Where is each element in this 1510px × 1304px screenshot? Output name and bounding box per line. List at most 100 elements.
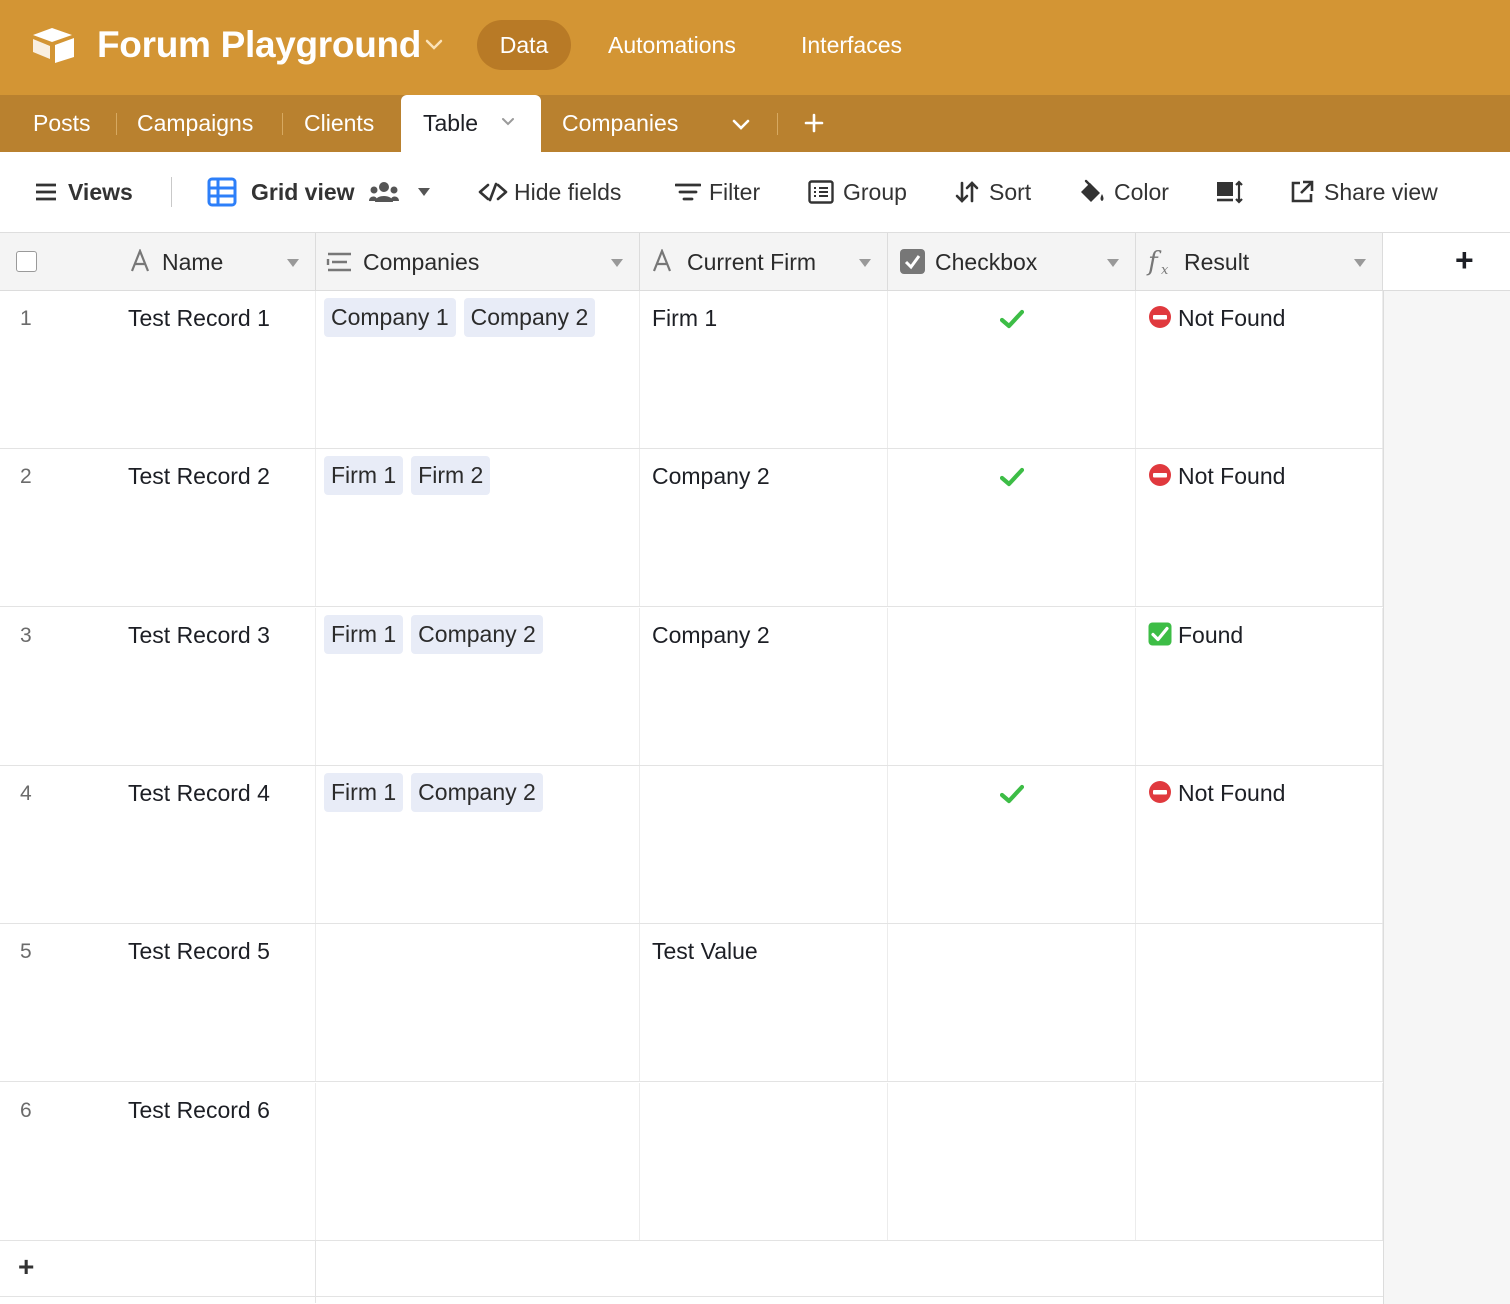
grid-view-switcher[interactable]: Grid view (207, 152, 437, 232)
cell-companies[interactable] (316, 1083, 640, 1240)
column-menu-caret-icon[interactable] (611, 259, 623, 267)
cell-current-firm[interactable] (640, 1083, 888, 1240)
nav-data-tab[interactable]: Data (477, 20, 571, 70)
result-value: Found (1148, 622, 1243, 649)
checkmark-icon[interactable] (1000, 467, 1024, 487)
cell-name[interactable]: 3 Test Record 3 (0, 608, 316, 765)
color-button[interactable]: Color (1078, 152, 1178, 232)
row-height-button[interactable] (1216, 152, 1246, 232)
cell-name[interactable]: 4 Test Record 4 (0, 766, 316, 923)
column-menu-caret-icon[interactable] (859, 259, 871, 267)
all-tables-chevron-icon[interactable] (732, 119, 750, 131)
nav-automations-tab[interactable]: Automations (608, 20, 736, 70)
tab-posts[interactable]: Posts (33, 95, 91, 152)
checkmark-icon[interactable] (1000, 309, 1024, 329)
column-header-companies[interactable]: Companies (316, 233, 640, 290)
checkmark-icon[interactable] (1000, 784, 1024, 804)
cell-companies[interactable]: Company 1 Company 2 (316, 291, 640, 448)
linked-record-chip[interactable]: Firm 1 (324, 773, 404, 812)
column-menu-caret-icon[interactable] (1107, 259, 1119, 267)
cell-name[interactable]: 5 Test Record 5 (0, 924, 316, 1081)
base-logo-icon[interactable] (30, 26, 76, 64)
linked-record-chip[interactable]: Firm 1 (324, 615, 404, 654)
filter-label: Filter (709, 179, 761, 205)
cell-result[interactable] (1136, 924, 1383, 1081)
svg-text:f: f (1146, 247, 1162, 277)
row-number: 3 (20, 624, 32, 647)
cell-current-firm[interactable]: Company 2 (640, 449, 888, 606)
tab-campaigns[interactable]: Campaigns (137, 95, 253, 152)
nav-interfaces-tab[interactable]: Interfaces (801, 20, 902, 70)
column-result-label: Result (1184, 249, 1250, 275)
table-row[interactable]: 3 Test Record 3 Firm 1 Company 2 Company 2 Fo… (0, 608, 1383, 766)
share-view-button[interactable]: Share view (1290, 152, 1450, 232)
eye-slash-icon (478, 182, 508, 202)
cell-companies[interactable]: Firm 1 Firm 2 (316, 449, 640, 606)
cell-checkbox[interactable] (888, 766, 1136, 923)
column-header-current-firm[interactable]: Current Firm (640, 233, 888, 290)
select-all-checkbox[interactable] (16, 251, 37, 272)
cell-checkbox[interactable] (888, 449, 1136, 606)
cell-companies[interactable] (316, 924, 640, 1081)
cell-result[interactable]: Not Found (1136, 291, 1383, 448)
record-name: Test Record 5 (128, 938, 270, 964)
chevron-down-icon[interactable] (424, 38, 444, 52)
group-icon (808, 180, 834, 204)
group-button[interactable]: Group (808, 152, 913, 232)
linked-record-chips: Firm 1 Company 2 (324, 773, 543, 812)
add-record-button[interactable]: + (18, 1251, 34, 1283)
column-header-name[interactable]: Name (0, 233, 316, 290)
views-button[interactable]: Views (35, 152, 145, 232)
cell-result[interactable]: Not Found (1136, 449, 1383, 606)
cell-checkbox[interactable] (888, 291, 1136, 448)
cell-result[interactable]: Not Found (1136, 766, 1383, 923)
record-name: Test Record 4 (128, 780, 270, 806)
add-record-row[interactable]: + (0, 1241, 1383, 1303)
result-value: Not Found (1148, 780, 1285, 807)
cell-companies[interactable]: Firm 1 Company 2 (316, 608, 640, 765)
linked-record-chip[interactable]: Firm 2 (411, 456, 491, 495)
linked-record-chip[interactable]: Firm 1 (324, 456, 404, 495)
table-row[interactable]: 4 Test Record 4 Firm 1 Company 2 Not Found (0, 766, 1383, 924)
cell-checkbox[interactable] (888, 608, 1136, 765)
no-entry-icon (1149, 306, 1171, 328)
table-row[interactable]: 2 Test Record 2 Firm 1 Firm 2 Company 2 Not F… (0, 449, 1383, 607)
add-field-label: + (1455, 242, 1474, 278)
cell-current-firm[interactable]: Test Value (640, 924, 888, 1081)
sort-button[interactable]: Sort (955, 152, 1040, 232)
add-table-icon[interactable] (804, 113, 824, 133)
table-row[interactable]: 5 Test Record 5 Test Value (0, 924, 1383, 1082)
filter-button[interactable]: Filter (675, 152, 770, 232)
tab-table[interactable]: Table (401, 95, 541, 152)
cell-name[interactable]: 6 Test Record 6 (0, 1083, 316, 1240)
cell-result[interactable]: Found (1136, 608, 1383, 765)
chevron-down-icon[interactable] (501, 117, 515, 127)
column-menu-caret-icon[interactable] (1354, 259, 1366, 267)
cell-checkbox[interactable] (888, 924, 1136, 1081)
hide-fields-label: Hide fields (514, 179, 622, 205)
add-field-button[interactable]: + (1383, 233, 1510, 290)
hide-fields-button[interactable]: Hide fields (478, 152, 633, 232)
cell-checkbox[interactable] (888, 1083, 1136, 1240)
cell-result[interactable] (1136, 1083, 1383, 1240)
tab-clients[interactable]: Clients (304, 95, 374, 152)
cell-current-firm[interactable]: Firm 1 (640, 291, 888, 448)
cell-current-firm[interactable]: Company 2 (640, 608, 888, 765)
cell-companies[interactable]: Firm 1 Company 2 (316, 766, 640, 923)
cell-current-firm[interactable] (640, 766, 888, 923)
linked-record-chip[interactable]: Company 1 (324, 298, 456, 337)
cell-name[interactable]: 2 Test Record 2 (0, 449, 316, 606)
table-row[interactable]: 6 Test Record 6 (0, 1083, 1383, 1241)
no-entry-icon (1149, 781, 1171, 803)
cell-name[interactable]: 1 Test Record 1 (0, 291, 316, 448)
column-menu-caret-icon[interactable] (287, 259, 299, 267)
linked-record-chip[interactable]: Company 2 (411, 615, 543, 654)
table-row[interactable]: 1 Test Record 1 Company 1 Company 2 Firm 1 No… (0, 291, 1383, 449)
column-checkbox-label: Checkbox (935, 249, 1038, 275)
column-header-result[interactable]: f x Result (1136, 233, 1383, 290)
linked-record-chip[interactable]: Company 2 (411, 773, 543, 812)
tab-companies[interactable]: Companies (562, 95, 678, 152)
column-header-checkbox[interactable]: Checkbox (888, 233, 1136, 290)
linked-record-chip[interactable]: Company 2 (463, 298, 596, 337)
base-title[interactable]: Forum Playground (97, 20, 421, 70)
